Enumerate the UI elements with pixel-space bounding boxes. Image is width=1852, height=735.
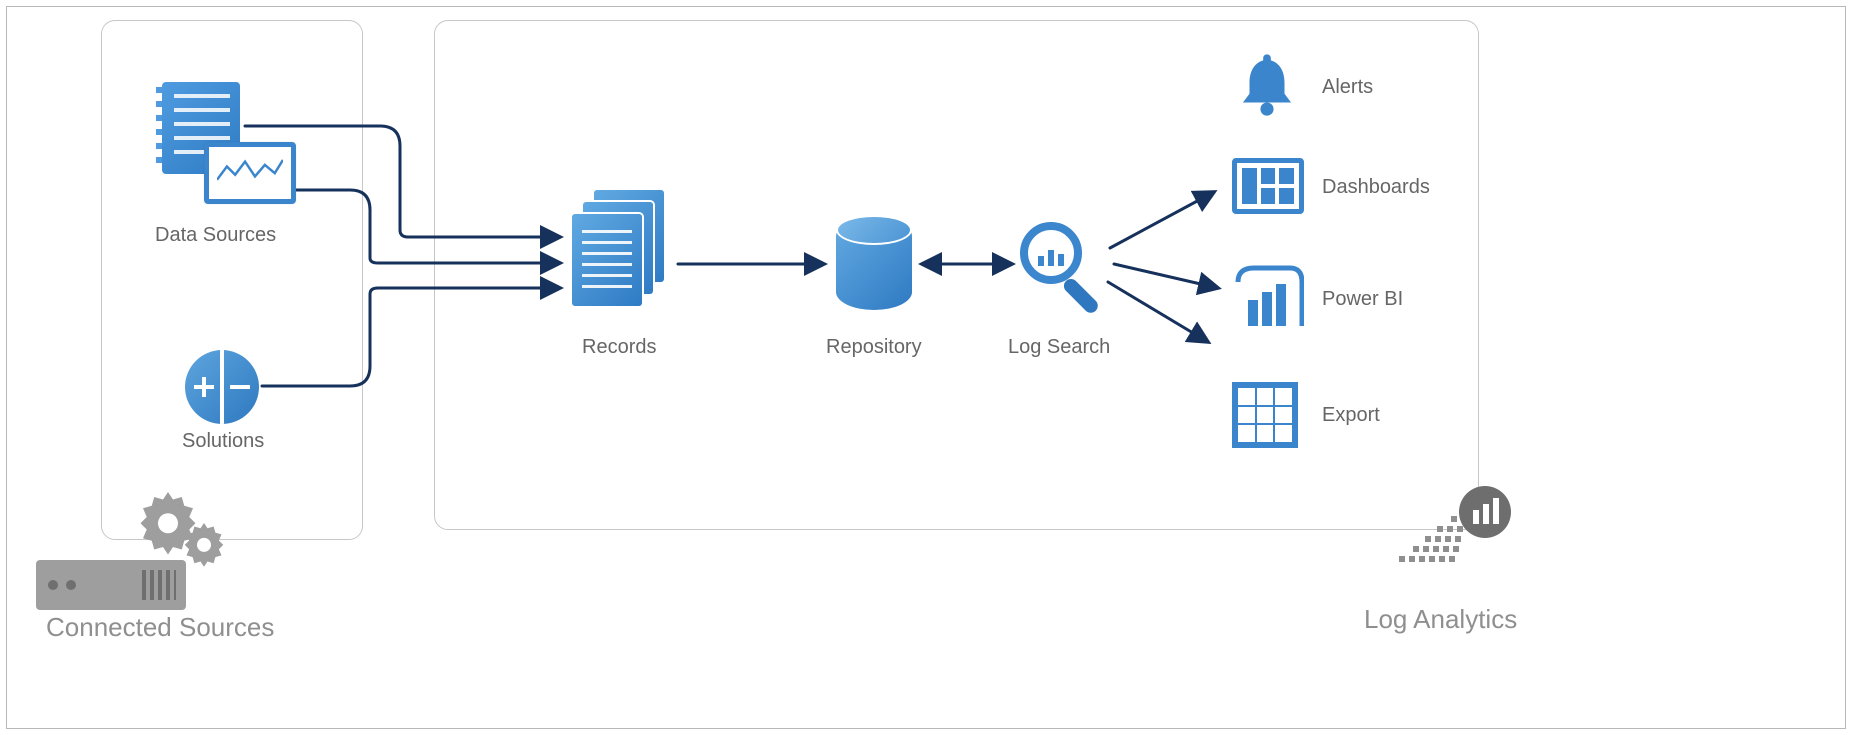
solutions-label: Solutions <box>182 430 264 453</box>
powerbi-icon <box>1232 262 1302 332</box>
alerts-label: Alerts <box>1322 76 1373 99</box>
data-sources-label: Data Sources <box>155 224 276 247</box>
connected-sources-label: Connected Sources <box>46 612 274 643</box>
data-sources-icon <box>162 82 282 212</box>
log-analytics-badge-icon <box>1395 480 1515 590</box>
repository-label: Repository <box>826 336 922 359</box>
dashboards-icon <box>1232 158 1304 214</box>
powerbi-label: Power BI <box>1322 288 1403 311</box>
log-analytics-label: Log Analytics <box>1364 604 1517 635</box>
connected-source-server-icon <box>36 490 216 610</box>
log-search-icon <box>1020 222 1106 308</box>
records-label: Records <box>582 336 656 359</box>
log-search-label: Log Search <box>1008 336 1110 359</box>
records-icon <box>572 190 672 310</box>
alerts-icon <box>1232 50 1302 120</box>
solutions-icon <box>185 350 259 424</box>
export-label: Export <box>1322 404 1380 427</box>
dashboards-label: Dashboards <box>1322 176 1430 199</box>
repository-icon <box>836 218 912 310</box>
monitor-chart-icon <box>204 142 296 204</box>
export-icon <box>1232 382 1298 448</box>
